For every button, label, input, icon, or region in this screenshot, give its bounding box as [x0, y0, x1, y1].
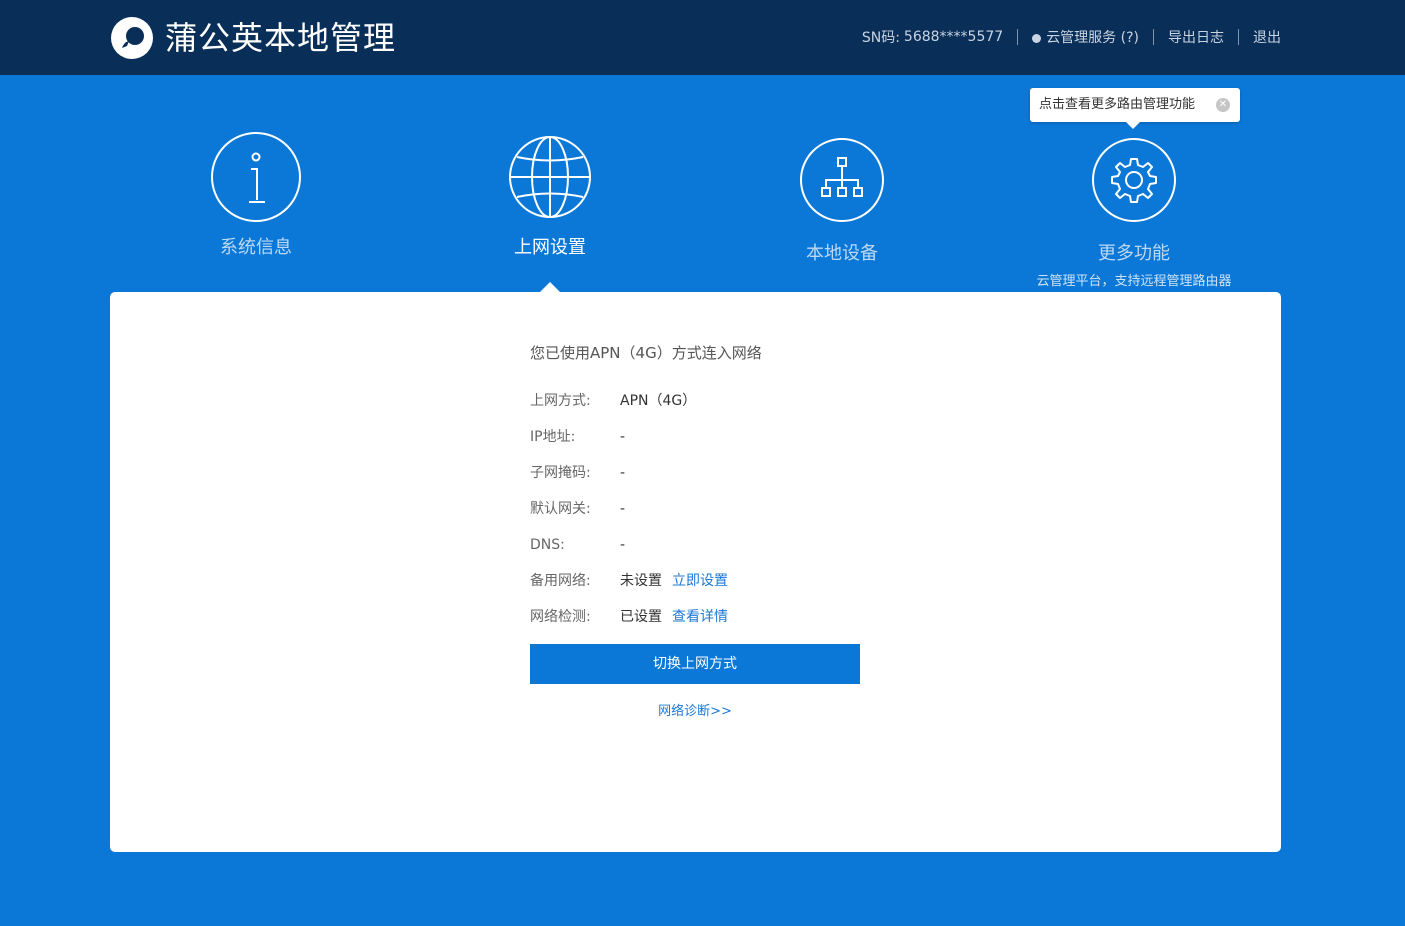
detail-row: 上网方式: APN（4G） [530, 391, 870, 427]
row-label: 网络检测: [530, 609, 591, 625]
nav-system-info[interactable]: 系统信息 [136, 132, 376, 260]
nav-label: 上网设置 [514, 237, 586, 258]
nav-local-devices[interactable]: 本地设备 [722, 132, 962, 266]
tooltip-text: 点击查看更多路由管理功能 [1039, 97, 1196, 112]
network-tree-icon [821, 157, 863, 197]
detail-row: 备用网络: 未设置 立即设置 [530, 571, 870, 607]
logout-link[interactable]: 退出 [1253, 27, 1281, 47]
nav-icon-circle [505, 132, 595, 222]
divider [1017, 29, 1019, 45]
export-log-link[interactable]: 导出日志 [1168, 27, 1224, 47]
info-icon [249, 152, 265, 203]
row-label: 默认网关: [530, 501, 591, 517]
row-value: 已设置 [620, 609, 662, 625]
nav-label: 系统信息 [220, 237, 292, 258]
connection-details: 上网方式: APN（4G） IP地址: - 子网掩码: - 默认网关: - DN… [530, 391, 870, 643]
row-value: 未设置 [620, 573, 662, 589]
nav-icon-circle [1092, 138, 1176, 222]
brand-title: 蒲公英本地管理 [165, 19, 397, 57]
detail-row: 子网掩码: - [530, 463, 870, 499]
nav-icon-circle [211, 132, 301, 222]
row-value: APN（4G） [620, 393, 697, 409]
active-tab-pointer [540, 282, 560, 292]
nav-icon-circle [800, 138, 884, 222]
view-details-link[interactable]: 查看详情 [672, 607, 728, 643]
switch-connection-button[interactable]: 切换上网方式 [530, 644, 860, 684]
close-icon[interactable]: ✕ [1216, 98, 1230, 112]
more-features-tooltip: 点击查看更多路由管理功能 ✕ [1030, 88, 1240, 129]
tooltip-arrow [1126, 122, 1140, 129]
connection-headline: 您已使用APN（4G）方式连入网络 [530, 344, 762, 362]
detail-row: 默认网关: - [530, 499, 870, 535]
nav-subtitle: 云管理平台，支持远程管理路由器 [1036, 274, 1232, 289]
sn-label: SN码: [861, 30, 900, 46]
dandelion-logo-icon [111, 17, 153, 59]
gear-icon [1111, 158, 1157, 203]
row-value: - [620, 501, 626, 517]
top-header: 蒲公英本地管理 SN码: 5688****5577 云管理服务 (?) 导出日志… [0, 0, 1405, 75]
nav-label: 更多功能 [1098, 243, 1170, 264]
detail-row: 网络检测: 已设置 查看详情 [530, 607, 870, 643]
nav-internet-settings[interactable]: 上网设置 [430, 132, 670, 260]
cloud-service-link[interactable]: 云管理服务 (?) [1032, 27, 1139, 47]
row-value: - [620, 537, 626, 553]
row-value: - [620, 465, 626, 481]
internet-settings-panel: 您已使用APN（4G）方式连入网络 上网方式: APN（4G） IP地址: - … [110, 292, 1281, 852]
header-links: SN码: 5688****5577 云管理服务 (?) 导出日志 退出 [862, 26, 1281, 48]
network-diagnose-link[interactable]: 网络诊断>> [530, 700, 860, 719]
nav-label: 本地设备 [806, 243, 878, 264]
globe-icon [509, 136, 591, 218]
divider [1238, 29, 1239, 45]
row-label: 上网方式: [530, 393, 591, 409]
sn-value: 5688****5577 [903, 29, 1004, 45]
status-dot-icon [1032, 33, 1042, 43]
detail-row: DNS: - [530, 535, 870, 571]
nav-more-features[interactable]: 更多功能 云管理平台，支持远程管理路由器 [1014, 132, 1254, 289]
cloud-service-label: 云管理服务 (?) [1046, 30, 1139, 46]
row-label: IP地址: [530, 429, 576, 445]
divider [1153, 29, 1154, 45]
detail-row: IP地址: - [530, 427, 870, 463]
setup-now-link[interactable]: 立即设置 [672, 571, 728, 607]
row-value: - [620, 429, 626, 445]
row-label: 子网掩码: [530, 465, 591, 481]
row-label: 备用网络: [530, 573, 591, 589]
connection-info: 您已使用APN（4G）方式连入网络 上网方式: APN（4G） IP地址: - … [530, 342, 870, 719]
row-label: DNS: [530, 537, 565, 553]
